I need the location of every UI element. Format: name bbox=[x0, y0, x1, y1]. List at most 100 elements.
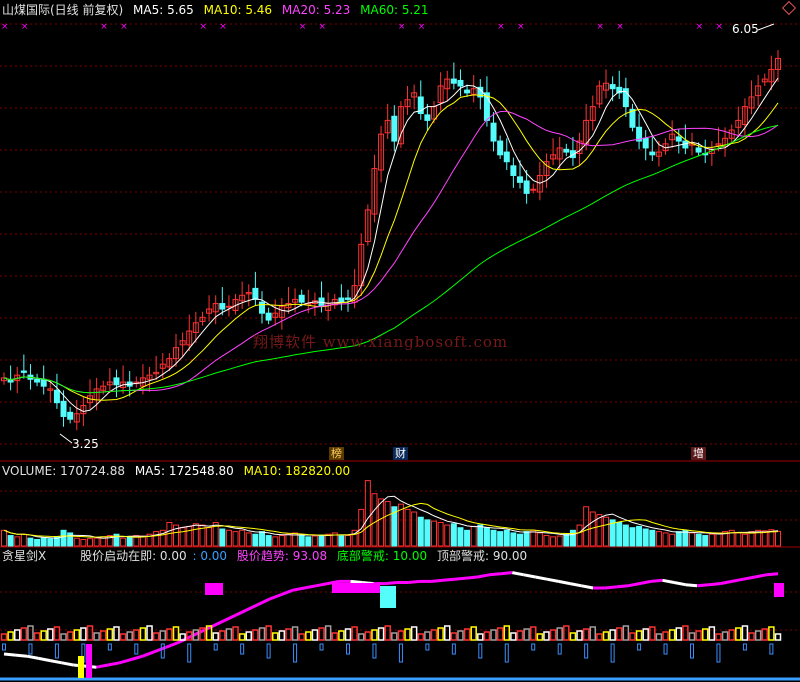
volume-header: VOLUME: 170724.88 MA5: 172548.80 MA10: 1… bbox=[2, 464, 356, 478]
signal-bar-24 bbox=[159, 630, 167, 641]
top-marker-48: × bbox=[319, 22, 327, 32]
volume-bar-79 bbox=[523, 531, 530, 547]
signal-bar-17 bbox=[113, 626, 120, 641]
signal-bar-117 bbox=[774, 633, 782, 641]
down-bar-68 bbox=[451, 643, 456, 655]
price-header: 山煤国际(日线 前复权) MA5: 5.65 MA10: 5.46 MA20: … bbox=[2, 3, 435, 17]
ma20-label: MA20: 5.23 bbox=[281, 3, 351, 17]
volume-label: VOLUME: 170724.88 bbox=[2, 464, 125, 478]
trend-segment-38 bbox=[431, 578, 444, 583]
signal-bar-46 bbox=[305, 631, 312, 641]
volume-bar-38 bbox=[252, 533, 259, 547]
candle-body-78 bbox=[517, 176, 523, 183]
bottom-signal-bar bbox=[86, 644, 92, 678]
signal-bar-86 bbox=[569, 632, 577, 641]
trend-segment-20 bbox=[222, 614, 236, 623]
trend-segment-45 bbox=[512, 571, 525, 577]
candle-body-76 bbox=[503, 151, 510, 163]
trend-segment-66 bbox=[754, 573, 767, 579]
down-bar-80 bbox=[531, 643, 536, 651]
signal-bar-62 bbox=[410, 626, 418, 641]
indicator-name: 贪星剑X bbox=[2, 549, 47, 563]
trend-segment-28 bbox=[315, 582, 328, 588]
candle-body-69 bbox=[457, 79, 464, 87]
volume-bar-57 bbox=[378, 498, 385, 547]
trend-segment-63 bbox=[719, 579, 733, 586]
volume-bar-37 bbox=[245, 532, 252, 547]
signal-bar-79 bbox=[523, 628, 530, 641]
signal-bar-63 bbox=[417, 633, 425, 641]
ma10-line bbox=[3, 94, 779, 401]
volume-bar-82 bbox=[543, 535, 550, 547]
top-marker-3: × bbox=[21, 22, 29, 32]
signal-bar-77 bbox=[510, 632, 517, 641]
top-label: 顶部警戒: 90.00 bbox=[436, 549, 528, 563]
tag-bang[interactable]: 榜 bbox=[329, 447, 344, 460]
down-bar-20 bbox=[134, 643, 139, 655]
volume-bar-7 bbox=[47, 538, 54, 547]
trend-label: 股价趋势: 93.08 bbox=[236, 549, 328, 563]
signal-bar-113 bbox=[748, 632, 755, 641]
down-bar-100 bbox=[663, 643, 668, 655]
trend-segment-11 bbox=[119, 658, 132, 665]
signal-bar-115 bbox=[761, 628, 769, 641]
trend-segment-25 bbox=[280, 588, 294, 597]
trend-segment-10 bbox=[107, 661, 120, 667]
down-bar-4 bbox=[28, 643, 33, 655]
candle-body-92 bbox=[609, 84, 616, 90]
candle-body-45 bbox=[298, 294, 305, 303]
volume-bar-102 bbox=[675, 531, 682, 547]
signal-bar-111 bbox=[735, 627, 742, 641]
volume-bar-64 bbox=[424, 519, 431, 547]
volume-bar-46 bbox=[305, 536, 312, 547]
signal-bar-71 bbox=[470, 626, 477, 641]
signal-bar-3 bbox=[20, 627, 28, 641]
volume-bar-52 bbox=[345, 535, 351, 547]
trend-segment-34 bbox=[385, 581, 397, 586]
volume-bar-70 bbox=[464, 529, 471, 547]
signal-bar-13 bbox=[86, 625, 94, 641]
signal-bar-10 bbox=[66, 631, 74, 641]
down-bar-24 bbox=[160, 643, 165, 659]
signal-bar-54 bbox=[357, 633, 365, 641]
volume-bar-93 bbox=[616, 521, 623, 547]
down-bar-84 bbox=[557, 643, 562, 655]
trend-segment-40 bbox=[454, 576, 467, 581]
signal-bar-0 bbox=[0, 633, 8, 641]
candle-body-34 bbox=[225, 305, 232, 308]
candle-body-77 bbox=[510, 165, 517, 176]
volume-bar-33 bbox=[219, 528, 226, 547]
signal-bar-56 bbox=[371, 629, 378, 641]
volume-bar-42 bbox=[278, 535, 285, 547]
down-bar-56 bbox=[372, 643, 377, 659]
signal-bar-60 bbox=[397, 630, 405, 641]
volume-bar-69 bbox=[457, 527, 464, 547]
signal-bar-67 bbox=[443, 625, 451, 641]
down-bar-64 bbox=[425, 643, 430, 651]
signal-bar-93 bbox=[615, 627, 623, 641]
down-bar-60 bbox=[398, 643, 403, 663]
candle-body-40 bbox=[265, 312, 272, 321]
signal-bar-4 bbox=[27, 625, 34, 641]
signal-bar-35 bbox=[232, 626, 239, 641]
down-bar-36 bbox=[240, 643, 245, 655]
trend-segment-5 bbox=[49, 659, 63, 665]
volume-bar-106 bbox=[702, 535, 709, 547]
signal-bar-95 bbox=[629, 632, 636, 641]
volume-bar-100 bbox=[662, 532, 669, 547]
volume-bar-3 bbox=[20, 533, 27, 547]
signal-bar-51 bbox=[338, 630, 345, 641]
trend-segment-53 bbox=[604, 585, 617, 590]
top-marker-33: × bbox=[219, 22, 227, 32]
volume-bar-5 bbox=[34, 538, 41, 547]
signal-bar-5 bbox=[33, 632, 41, 641]
signal-bar-81 bbox=[536, 633, 544, 641]
tag-cai[interactable]: 财 bbox=[393, 447, 408, 460]
signal-bar-101 bbox=[668, 629, 676, 641]
trend-segment-47 bbox=[535, 575, 548, 581]
volume-bar-81 bbox=[536, 532, 543, 547]
volume-bar-36 bbox=[239, 529, 246, 547]
tag-zeng[interactable]: 增 bbox=[691, 447, 706, 460]
top-marker-30: × bbox=[199, 22, 207, 32]
trend-segment-6 bbox=[61, 661, 74, 667]
